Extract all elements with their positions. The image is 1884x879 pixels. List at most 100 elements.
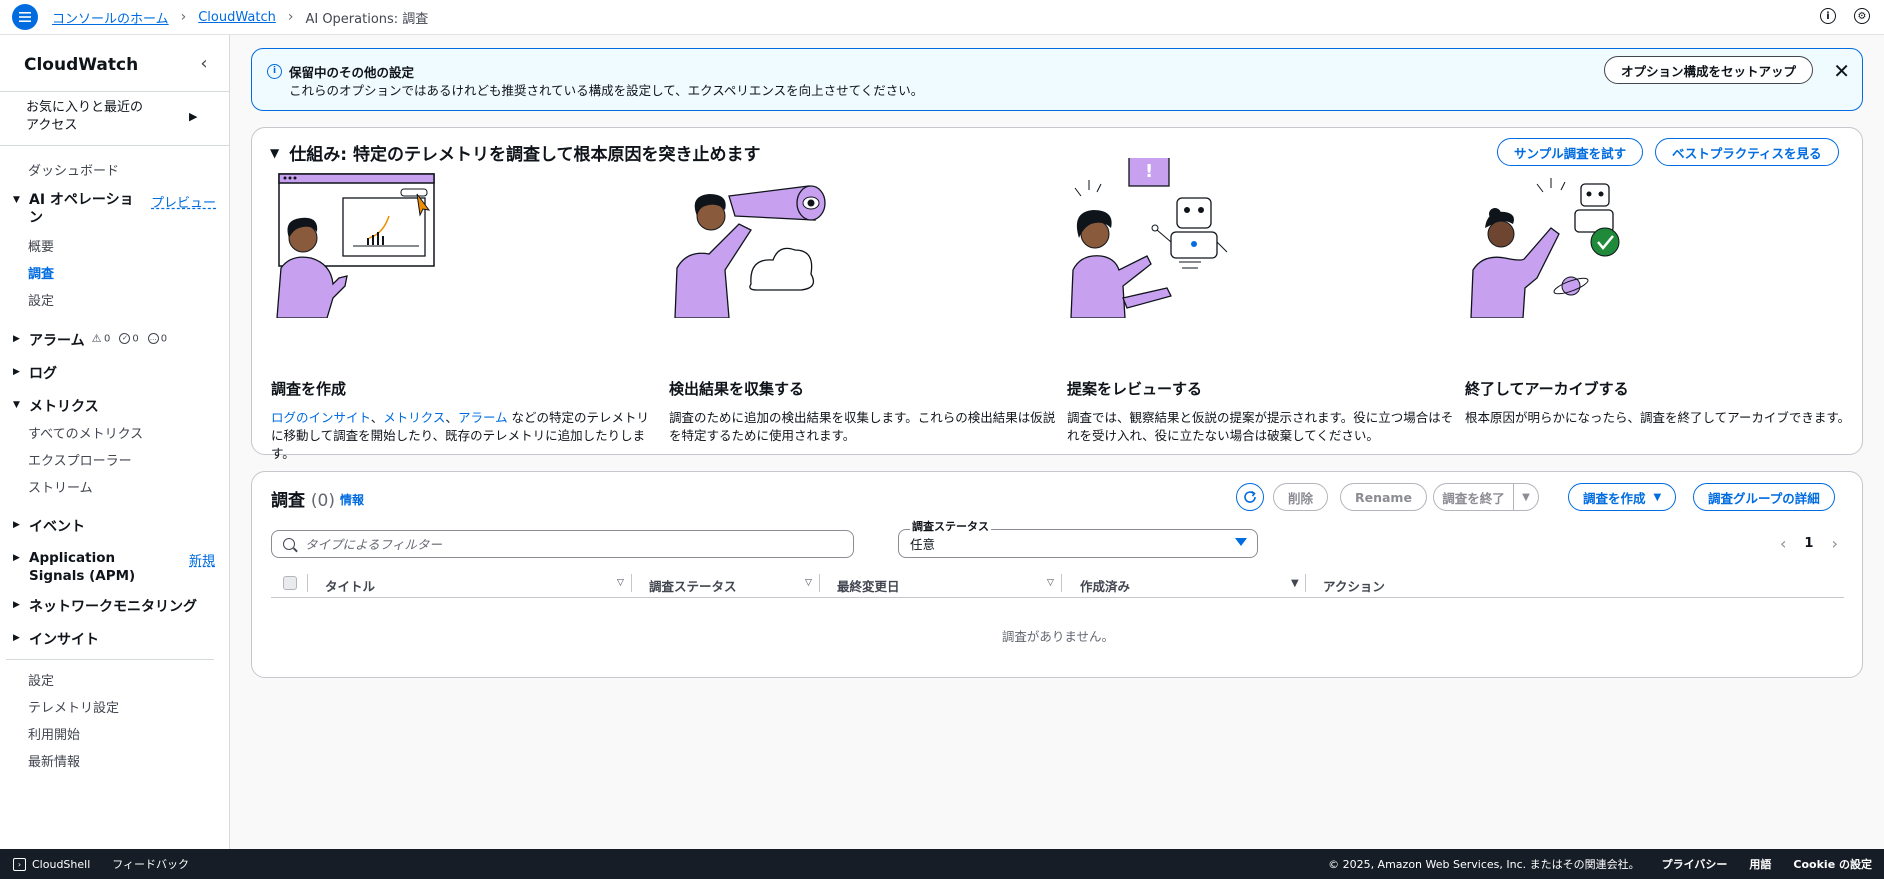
menu-icon[interactable] [12, 4, 38, 30]
info-icon: i [267, 64, 282, 79]
filter-input[interactable] [305, 536, 825, 552]
info-link[interactable]: 情報 [340, 491, 364, 508]
sidebar-section-metrics[interactable]: ▼ メトリクス [13, 396, 99, 416]
step-title: 検出結果を収集する [669, 380, 805, 398]
sidebar-item-settings[interactable]: 設定 [28, 670, 54, 689]
new-badge[interactable]: 新規 [189, 550, 215, 569]
copyright-text: © 2025, Amazon Web Services, Inc. またはその関… [1328, 858, 1640, 871]
end-investigation-button[interactable]: 調査を終了 [1434, 484, 1514, 510]
breadcrumb-console-home[interactable]: コンソールのホーム [52, 8, 169, 27]
sort-icon[interactable]: ▽ [617, 578, 624, 588]
end-investigation-split-button[interactable]: 調査を終了 ▼ [1433, 483, 1539, 511]
end-archive-illustration [1470, 178, 1620, 318]
metrics-link[interactable]: メトリクス [383, 410, 445, 425]
logs-insights-link[interactable]: ログのインサイト [271, 410, 371, 425]
title-text: 調査 [271, 491, 305, 511]
divider [6, 659, 214, 660]
sidebar-item-ai-settings[interactable]: 設定 [28, 290, 54, 309]
table-header: タイトル ▽ 調査ステータス ▽ 最終変更日 ▽ 作成済み ▼ アクション ▽ [271, 568, 1844, 598]
review-suggestions-illustration: ! [1070, 158, 1228, 318]
top-navigation-bar: コンソールのホーム › CloudWatch › AI Operations: … [0, 0, 1884, 35]
settings-icon[interactable]: ⚙ [1854, 8, 1870, 24]
feedback-link[interactable]: フィードバック [112, 856, 189, 872]
separator: 、 [370, 410, 384, 425]
step-description: ログのインサイト、メトリクス、アラーム などの特定のテレメトリに移動して調査を開… [271, 409, 661, 463]
caret-right-icon: ▶ [13, 553, 20, 563]
preview-badge[interactable]: プレビュー [151, 192, 216, 211]
sidebar-item-all-metrics[interactable]: すべてのメトリクス [28, 423, 143, 442]
sidebar-item-getting-started[interactable]: 利用開始 [28, 724, 80, 743]
alarms-link[interactable]: アラーム [458, 410, 508, 425]
sidebar-item-explorer[interactable]: エクスプローラー [28, 450, 132, 469]
sidebar-item-telemetry-settings[interactable]: テレメトリ設定 [28, 697, 119, 716]
select-all-checkbox[interactable] [283, 576, 297, 590]
alarm-insufficient-count[interactable]: … 0 [147, 333, 168, 345]
sidebar-section-label: インサイト [29, 632, 99, 648]
count: 0 [160, 333, 168, 345]
refresh-icon[interactable] [1236, 483, 1264, 511]
sidebar-section-ai-operations[interactable]: ▼ AI オペレーション [13, 191, 143, 227]
alarm-ok-count[interactable]: ✓ 0 [119, 333, 139, 345]
sort-icon[interactable]: ▽ [805, 578, 812, 588]
caret-down-icon[interactable]: ▼ [1514, 492, 1538, 503]
divider [0, 91, 229, 92]
selected-value: 任意 [910, 537, 936, 552]
caret-down-icon: ▼ [13, 400, 20, 410]
info-icon[interactable]: i [1820, 8, 1836, 24]
cookie-settings-link[interactable]: Cookie の設定 [1793, 856, 1872, 872]
investigations-panel: 調査 (0) 情報 削除 Rename 調査を終了 ▼ 調査を作成 ▼ 調査グル… [251, 471, 1863, 678]
collapse-sidebar-icon[interactable]: ‹ [194, 54, 214, 74]
terms-link[interactable]: 用語 [1749, 856, 1771, 872]
rename-button[interactable]: Rename [1340, 483, 1427, 511]
sidebar-item-dashboard[interactable]: ダッシュボード [28, 160, 119, 179]
delete-button[interactable]: 削除 [1273, 483, 1329, 511]
sidebar-item-streams[interactable]: ストリーム [28, 477, 93, 496]
column-last-modified[interactable]: 最終変更日 [837, 576, 900, 595]
investigation-group-details-button[interactable]: 調査グループの詳細 [1693, 483, 1835, 511]
view-best-practices-button[interactable]: ベストプラクティスを見る [1655, 138, 1839, 166]
sidebar-item-whats-new[interactable]: 最新情報 [28, 751, 80, 770]
previous-page-icon[interactable]: ‹ [1780, 534, 1786, 553]
step-description: 調査のために追加の検出結果を収集します。これらの検出結果は仮説を特定するために使… [669, 410, 1056, 443]
search-icon [283, 538, 295, 550]
privacy-link[interactable]: プライバシー [1662, 856, 1728, 872]
create-investigation-illustration [276, 173, 435, 318]
caret-right-icon: ▶ [13, 520, 20, 530]
cloudshell-button[interactable]: › CloudShell [13, 857, 90, 871]
sidebar-section-insights[interactable]: ▶ インサイト [13, 629, 99, 649]
sidebar-item-investigations[interactable]: 調査 [28, 263, 54, 282]
sidebar-section-label: アラーム [29, 333, 85, 349]
close-icon[interactable]: ✕ [1833, 59, 1850, 83]
sidebar-favorites[interactable]: お気に入りと最近のアクセス [26, 99, 156, 135]
sort-descending-icon[interactable]: ▼ [1291, 578, 1299, 589]
caret-right-icon[interactable]: ▶ [189, 110, 197, 123]
sidebar-section-logs[interactable]: ▶ ログ [13, 363, 57, 383]
count: 0 [104, 333, 111, 345]
sidebar-item-overview[interactable]: 概要 [28, 236, 54, 255]
column-title[interactable]: タイトル [325, 576, 375, 595]
next-page-icon[interactable]: › [1831, 534, 1837, 553]
create-investigation-button[interactable]: 調査を作成 ▼ [1568, 483, 1677, 511]
column-divider [307, 574, 308, 592]
setup-options-button[interactable]: オプション構成をセットアップ [1604, 56, 1814, 84]
column-status[interactable]: 調査ステータス [649, 576, 737, 595]
sidebar-section-label: メトリクス [29, 399, 99, 415]
separator: 、 [445, 410, 458, 425]
sidebar-section-application-signals[interactable]: ▶ Application Signals (APM) [13, 549, 183, 585]
column-created[interactable]: 作成済み [1080, 576, 1130, 595]
alarm-in-alarm-count[interactable]: ⚠ 0 [91, 332, 111, 345]
sidebar-title: CloudWatch [24, 55, 139, 75]
sort-icon[interactable]: ▽ [1047, 578, 1054, 588]
breadcrumb-cloudwatch[interactable]: CloudWatch [198, 10, 276, 25]
warning-icon: ⚠ [91, 332, 102, 345]
sidebar-section-network-monitoring[interactable]: ▶ ネットワークモニタリング [13, 596, 197, 616]
step-description: 根本原因が明らかになったら、調査を終了してアーカイブできます。 [1465, 410, 1851, 425]
banner-text: これらのオプションではあるけれども推奨されている構成を設定して、エクスペリエンス… [289, 83, 924, 98]
caret-right-icon: ▶ [13, 633, 20, 643]
info-banner: i 保留中のその他の設定 これらのオプションではあるけれども推奨されている構成を… [251, 48, 1863, 111]
check-circle-icon: ✓ [119, 333, 131, 344]
sidebar-section-events[interactable]: ▶ イベント [13, 516, 85, 536]
sidebar-section-alarms[interactable]: ▶ アラーム [13, 330, 85, 350]
column-divider [819, 574, 820, 592]
current-page[interactable]: 1 [1804, 536, 1813, 551]
